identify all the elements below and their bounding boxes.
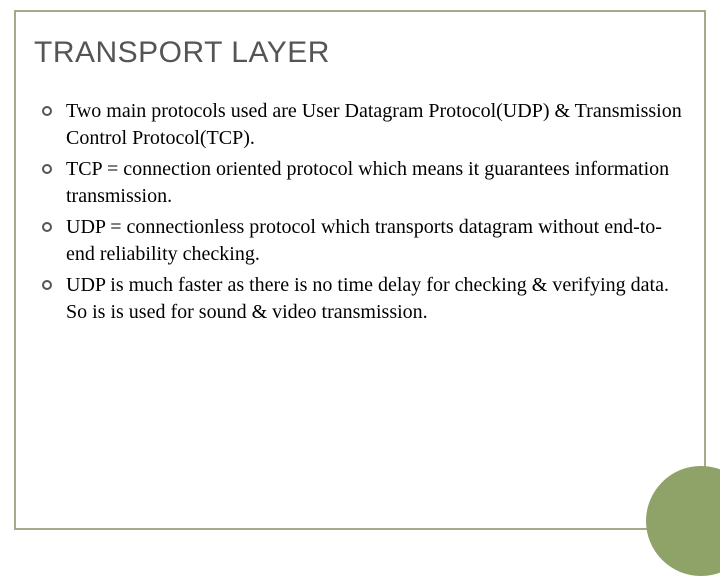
list-item: TCP = connection oriented protocol which… xyxy=(42,156,686,210)
bullet-list: Two main protocols used are User Datagra… xyxy=(34,98,686,326)
bullet-text: Two main protocols used are User Datagra… xyxy=(66,98,686,152)
list-item: Two main protocols used are User Datagra… xyxy=(42,98,686,152)
bullet-icon xyxy=(42,222,52,232)
list-item: UDP is much faster as there is no time d… xyxy=(42,272,686,326)
bullet-text: UDP is much faster as there is no time d… xyxy=(66,272,686,326)
list-item: UDP = connectionless protocol which tran… xyxy=(42,214,686,268)
slide-content: TRANSPORT LAYER Two main protocols used … xyxy=(34,36,686,330)
bullet-text: UDP = connectionless protocol which tran… xyxy=(66,214,686,268)
bullet-icon xyxy=(42,106,52,116)
slide-title: TRANSPORT LAYER xyxy=(34,36,686,70)
bullet-text: TCP = connection oriented protocol which… xyxy=(66,156,686,210)
bullet-icon xyxy=(42,164,52,174)
bullet-icon xyxy=(42,280,52,290)
